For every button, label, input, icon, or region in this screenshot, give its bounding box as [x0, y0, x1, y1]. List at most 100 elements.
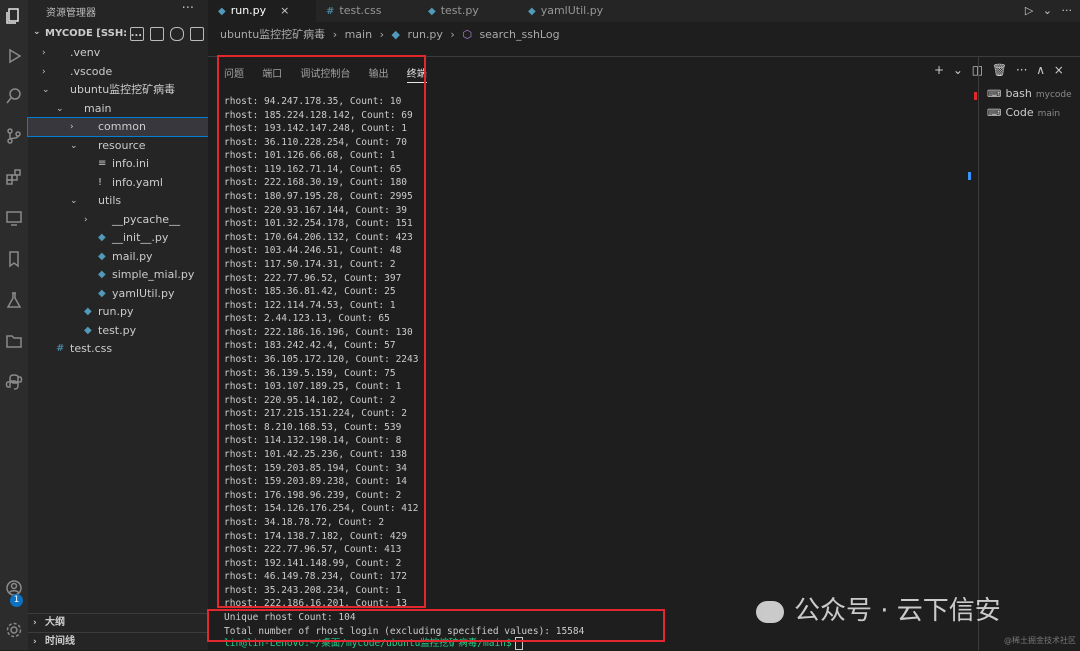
- tree-item[interactable]: ⌄ ubuntu监控挖矿病毒: [28, 81, 208, 99]
- chevron-down-icon: ⌄: [33, 27, 41, 37]
- terminal-icon: ⌨: [987, 89, 1002, 100]
- watermark-text: 公众号 · 云下信安: [794, 596, 1001, 626]
- python-file-icon: ◆: [98, 232, 106, 243]
- tree-item[interactable]: ◆ run.py: [28, 303, 208, 321]
- new-file-icon[interactable]: [130, 27, 144, 41]
- terminal-line: rhost: 101.32.254.178, Count: 151: [224, 218, 413, 230]
- file-icon: !: [98, 176, 103, 188]
- source-control-icon[interactable]: [0, 122, 28, 150]
- tab-run-py[interactable]: ◆ run.py ×: [208, 0, 316, 22]
- python-file-icon: ◆: [528, 6, 536, 17]
- tab-terminal[interactable]: 终端: [406, 69, 427, 83]
- tab-test-css[interactable]: # test.css: [318, 0, 382, 22]
- chevron-down-icon: ⌄: [70, 140, 78, 151]
- tab-problems[interactable]: 问题: [224, 69, 244, 80]
- explorer-more-button[interactable]: ···: [182, 1, 194, 16]
- chevron-down-icon: ⌄: [70, 196, 78, 206]
- terminal-line: rhost: 36.105.172.120, Count: 2243: [224, 353, 419, 365]
- tree-item[interactable]: ⌄ resource: [28, 137, 208, 155]
- tree-item-label: main: [84, 101, 112, 115]
- terminal-line: rhost: 36.110.228.254, Count: 70: [224, 136, 408, 148]
- terminal-cursor: [514, 637, 523, 650]
- terminal-item-bash[interactable]: ⌨ bash mycode: [987, 87, 1072, 100]
- terminal-line: rhost: 185.224.128.142, Count: 69: [224, 109, 413, 121]
- terminal-prompt[interactable]: lin@lin-Lenovo:~/桌面/mycode/ubuntu监控挖矿病毒/…: [224, 635, 523, 650]
- terminal-line: rhost: 222.186.16.201, Count: 13: [224, 598, 408, 610]
- tree-item[interactable]: ◆ test.py: [28, 322, 208, 340]
- terminal-line: rhost: 117.50.174.31, Count: 2: [224, 258, 396, 270]
- symbol-method-icon: ⬡: [462, 28, 472, 41]
- terminal-line: rhost: 170.64.206.132, Count: 423: [224, 231, 413, 243]
- tree-item[interactable]: ◆ __init__.py: [28, 229, 208, 247]
- tab-test-py[interactable]: ◆ test.py: [420, 0, 479, 22]
- wechat-icon: [756, 600, 784, 623]
- tree-item[interactable]: › .venv: [28, 44, 208, 62]
- terminal-line: rhost: 176.198.96.239, Count: 2: [224, 489, 402, 501]
- notification-badge: 1: [10, 594, 23, 607]
- terminal-line: rhost: 46.149.78.234, Count: 172: [224, 571, 408, 583]
- terminal-line: rhost: 220.95.14.102, Count: 2: [224, 394, 396, 406]
- terminal-line: rhost: 122.114.74.53, Count: 1: [224, 299, 396, 311]
- tree-item[interactable]: ◆ mail.py: [28, 248, 208, 266]
- breadcrumb-file[interactable]: run.py: [407, 28, 442, 41]
- tab-output[interactable]: 输出: [369, 69, 389, 80]
- python-file-icon: ◆: [84, 324, 92, 336]
- remote-explorer-icon[interactable]: [0, 204, 28, 232]
- activity-bar: 1: [0, 0, 28, 650]
- terminal-item-code[interactable]: ⌨ Code main: [987, 106, 1060, 119]
- tree-item[interactable]: › common: [27, 117, 209, 137]
- tab-yamlutil-py[interactable]: ◆ yamlUtil.py: [520, 0, 603, 22]
- tree-item[interactable]: ⌄ main: [28, 100, 208, 118]
- timeline-section[interactable]: › 时间线: [28, 632, 208, 651]
- breadcrumb-separator: ›: [450, 28, 455, 41]
- terminal-output[interactable]: rhost: 94.247.178.35, Count: 10 rhost: 18…: [224, 95, 664, 638]
- timeline-label: 时间线: [45, 636, 75, 647]
- terminal-line: rhost: 36.139.5.159, Count: 75: [224, 367, 396, 379]
- workspace-header[interactable]: ⌄ MYCODE [SSH: ...: [28, 25, 208, 43]
- terminal-line: rhost: 180.97.195.28, Count: 2995: [224, 191, 413, 203]
- chevron-right-icon: ›: [42, 48, 46, 58]
- tree-item[interactable]: ◆ simple_mial.py: [28, 266, 208, 284]
- explorer-icon[interactable]: [0, 2, 28, 30]
- new-folder-icon[interactable]: [150, 27, 164, 41]
- tree-item[interactable]: › __pycache__: [28, 211, 208, 229]
- refresh-icon[interactable]: [170, 27, 184, 41]
- testing-icon[interactable]: [0, 286, 28, 314]
- scroll-marker: [968, 172, 971, 180]
- breadcrumb-separator: ›: [379, 28, 384, 41]
- tree-item-label: __pycache__: [112, 212, 181, 226]
- breadcrumb-separator: ›: [332, 28, 338, 41]
- terminal-line: rhost: 101.126.66.68, Count: 1: [224, 150, 396, 162]
- tree-item-label: __init__.py: [112, 231, 169, 244]
- python-icon[interactable]: [0, 368, 28, 396]
- folder-icon[interactable]: [0, 327, 28, 355]
- outline-section[interactable]: › 大纲: [28, 613, 208, 632]
- editor-actions[interactable]: ▷ ⌄ ···: [1025, 0, 1072, 22]
- breadcrumb-folder[interactable]: ubuntu监控挖矿病毒: [220, 28, 325, 41]
- extensions-icon[interactable]: [0, 163, 28, 191]
- tree-item[interactable]: # test.css: [28, 340, 208, 358]
- tree-item[interactable]: ≡ info.ini: [28, 155, 208, 173]
- close-icon[interactable]: ×: [280, 4, 289, 17]
- run-debug-icon[interactable]: [0, 42, 28, 70]
- tree-item[interactable]: › .vscode: [28, 63, 208, 81]
- collapse-all-icon[interactable]: [190, 27, 204, 41]
- terminal-line: rhost: 183.242.42.4, Count: 57: [224, 340, 396, 352]
- breadcrumb-folder[interactable]: main: [345, 28, 372, 41]
- tree-item-label: info.ini: [112, 157, 150, 170]
- tree-item[interactable]: ⌄ utils: [28, 192, 208, 210]
- tree-item[interactable]: ◆ yamlUtil.py: [28, 285, 208, 303]
- search-icon[interactable]: [0, 82, 28, 110]
- breadcrumb-symbol[interactable]: search_sshLog: [479, 28, 559, 41]
- settings-gear-icon[interactable]: [0, 616, 28, 644]
- python-file-icon: ◆: [98, 250, 106, 262]
- tree-item[interactable]: ! info.yaml: [28, 174, 208, 192]
- bookmark-icon[interactable]: [0, 245, 28, 273]
- tab-ports[interactable]: 端口: [262, 69, 282, 80]
- terminal-line: rhost: 174.138.7.182, Count: 429: [224, 530, 408, 542]
- tab-debug-console[interactable]: 调试控制台: [300, 69, 350, 80]
- tree-item-label: resource: [98, 138, 146, 152]
- tab-label: run.py: [230, 4, 267, 17]
- terminal-cwd: mycode: [1035, 90, 1072, 100]
- watermark: 公众号 · 云下信安: [756, 590, 1001, 627]
